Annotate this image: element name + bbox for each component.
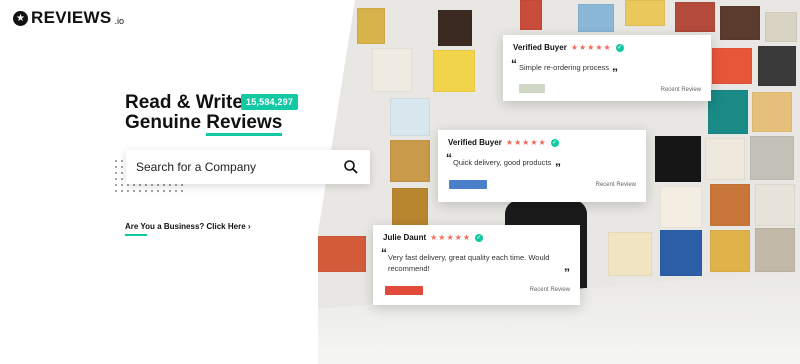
business-link-label: Are You a Business? Click Here bbox=[125, 222, 246, 231]
site-logo[interactable]: ★ REVIEWS .io bbox=[13, 8, 124, 28]
quote-close: ” bbox=[564, 266, 570, 280]
recent-review-label: Recent Review bbox=[529, 287, 570, 293]
verified-check-icon: ✓ bbox=[474, 233, 483, 242]
review-text: Simple re-ordering process bbox=[519, 63, 610, 72]
artwork-tile bbox=[392, 188, 428, 230]
artwork-tile bbox=[712, 48, 752, 84]
logo-suffix: .io bbox=[114, 16, 125, 26]
chevron-right-icon: › bbox=[247, 222, 251, 231]
artwork-tile bbox=[608, 232, 652, 276]
review-card[interactable]: Verified Buyer ★★★★★ ✓ “ Simple re-order… bbox=[503, 35, 711, 101]
artwork-tile bbox=[765, 12, 797, 42]
artwork-tile bbox=[578, 4, 614, 32]
artwork-tile bbox=[438, 10, 472, 46]
artwork-tile bbox=[660, 186, 702, 228]
quote-close: ” bbox=[612, 66, 618, 80]
artwork-tile bbox=[675, 2, 715, 32]
artwork-tile bbox=[710, 230, 750, 272]
review-card[interactable]: Julie Daunt ★★★★★ ✓ “ Very fast delivery… bbox=[373, 225, 580, 305]
artwork-tile bbox=[433, 50, 475, 92]
company-search-box[interactable] bbox=[126, 150, 370, 184]
recent-review-label: Recent Review bbox=[660, 87, 701, 93]
star-rating-icon: ★★★★★ bbox=[570, 43, 612, 52]
star-logo-icon: ★ bbox=[13, 10, 28, 26]
artwork-tile bbox=[520, 0, 542, 30]
reviewer-name: Verified Buyer bbox=[448, 138, 502, 147]
headline-word-reviews: Reviews bbox=[206, 112, 283, 136]
review-text: Quick delivery, good products bbox=[453, 158, 552, 167]
review-text: Very fast delivery, great quality each t… bbox=[388, 253, 550, 273]
headline-line-2: Genuine Reviews bbox=[125, 112, 283, 136]
artwork-tile bbox=[752, 92, 792, 132]
quote-open: “ bbox=[446, 151, 452, 165]
artwork-tile bbox=[357, 8, 385, 44]
search-icon[interactable] bbox=[340, 156, 362, 178]
star-rating-icon: ★★★★★ bbox=[430, 233, 471, 242]
review-card-header: Verified Buyer ★★★★★ ✓ bbox=[513, 43, 701, 52]
search-input[interactable] bbox=[126, 160, 336, 174]
artwork-tile bbox=[755, 184, 795, 226]
review-count-badge: 15,584,297 bbox=[241, 94, 299, 110]
company-logo bbox=[385, 286, 423, 295]
artwork-tile bbox=[710, 184, 750, 226]
logo-wordmark: REVIEWS bbox=[31, 8, 112, 27]
artwork-tile bbox=[625, 0, 665, 26]
artwork-tile bbox=[758, 46, 796, 86]
business-link[interactable]: Are You a Business? Click Here › bbox=[125, 222, 251, 231]
review-card-header: Verified Buyer ★★★★★ ✓ bbox=[448, 138, 636, 147]
reviewer-name: Julie Daunt bbox=[383, 233, 427, 242]
artwork-tile bbox=[708, 90, 748, 134]
artwork-tile bbox=[750, 136, 794, 180]
reviewer-name: Verified Buyer bbox=[513, 43, 567, 52]
star-rating-icon: ★★★★★ bbox=[505, 138, 547, 147]
business-link-underline bbox=[125, 234, 147, 236]
artwork-tile bbox=[390, 140, 430, 182]
review-card-header: Julie Daunt ★★★★★ ✓ bbox=[383, 233, 570, 242]
headline-word-genuine: Genuine bbox=[125, 112, 207, 133]
artwork-tile bbox=[720, 6, 760, 40]
artwork-tile bbox=[318, 236, 366, 272]
recent-review-label: Recent Review bbox=[595, 182, 636, 188]
artwork-tile bbox=[660, 230, 702, 276]
verified-check-icon: ✓ bbox=[550, 138, 559, 147]
artwork-tile bbox=[372, 48, 412, 92]
quote-close: ” bbox=[555, 161, 561, 175]
company-logo bbox=[519, 84, 545, 93]
verified-check-icon: ✓ bbox=[615, 43, 624, 52]
quote-open: “ bbox=[381, 246, 387, 260]
artwork-tile bbox=[390, 98, 430, 136]
artwork-tile bbox=[705, 138, 745, 180]
quote-open: “ bbox=[511, 57, 517, 71]
artwork-tile bbox=[655, 136, 701, 182]
company-logo bbox=[449, 180, 487, 189]
artwork-tile bbox=[755, 228, 795, 272]
review-card[interactable]: Verified Buyer ★★★★★ ✓ “ Quick delivery,… bbox=[438, 130, 646, 202]
